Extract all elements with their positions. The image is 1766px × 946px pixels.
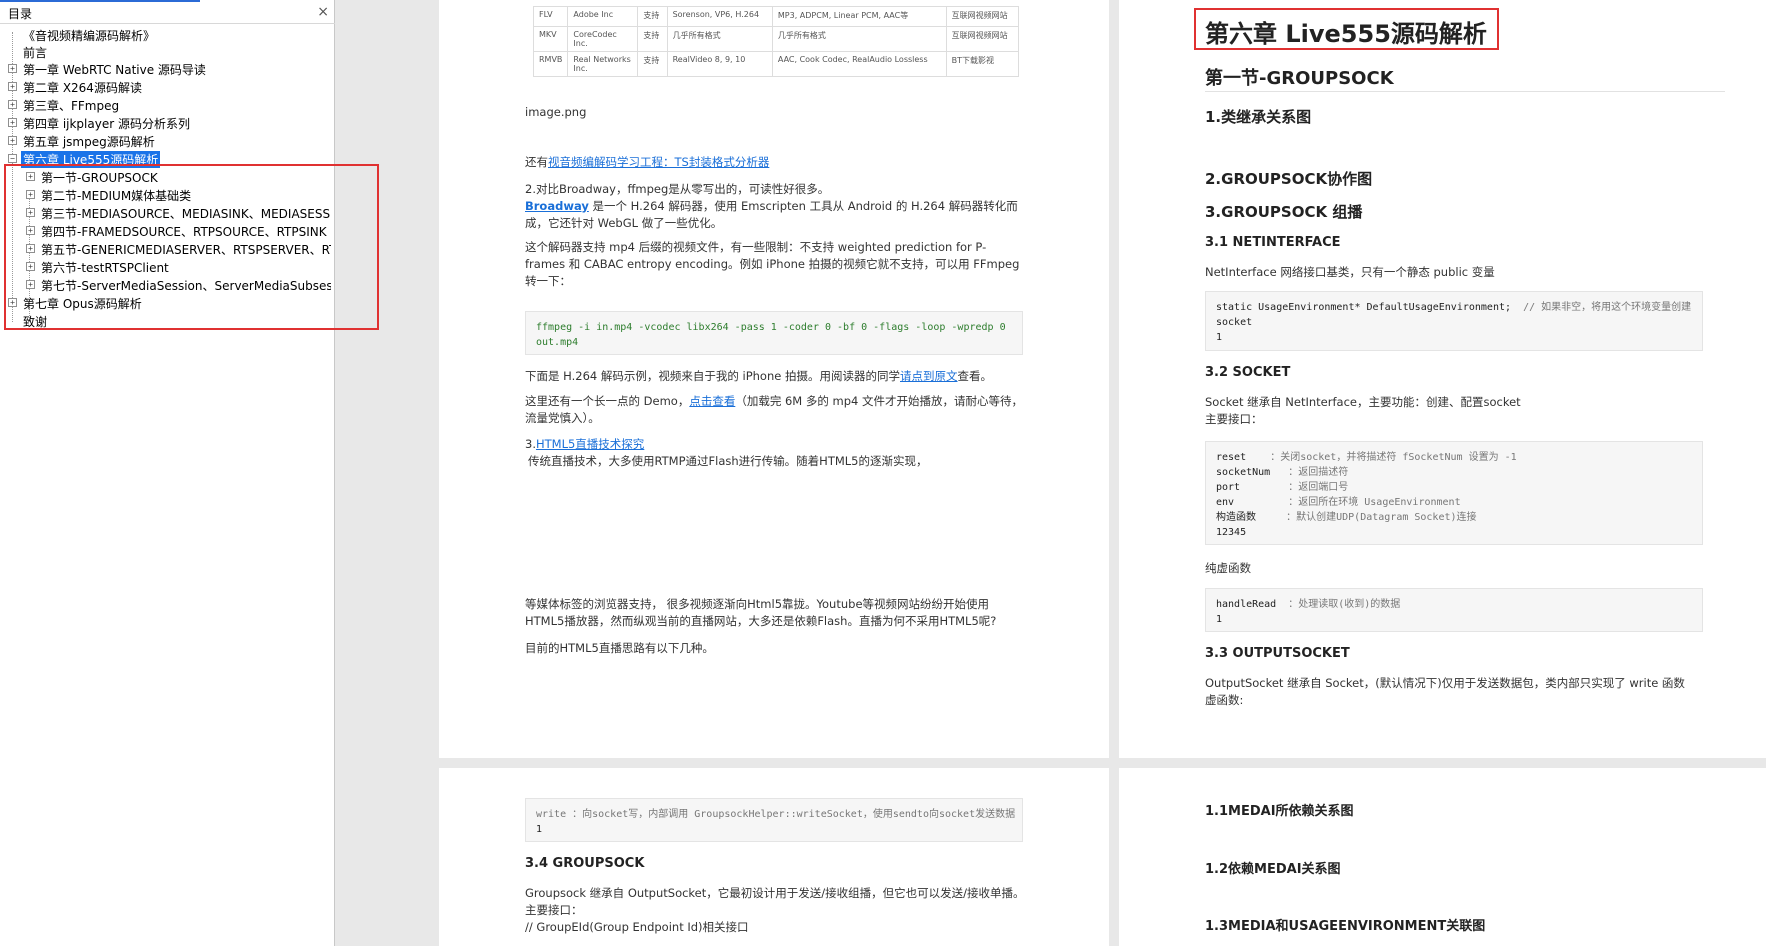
expand-icon[interactable]: + <box>26 244 35 253</box>
expand-icon[interactable]: + <box>8 82 17 91</box>
code-block: reset ：关闭socket，并将描述符 fSocketNum 设置为 -1 … <box>1205 441 1703 545</box>
link[interactable]: 请点到原文 <box>900 369 958 383</box>
toc-sidebar: 目录 × 《音视频精编源码解析》 前言 + 第一章 WebRTC Native … <box>0 0 379 946</box>
toc-item-ch3[interactable]: + 第三章、FFmpeg <box>8 96 328 114</box>
link[interactable]: 点击查看 <box>689 394 735 408</box>
table-row: FLV Adobe Inc 支持 Sorenson, VP6, H.264 MP3, A… <box>532 6 1020 27</box>
expand-icon[interactable]: + <box>26 172 35 181</box>
heading: 3.2 SOCKET <box>1205 365 1291 380</box>
expand-icon[interactable]: + <box>26 280 35 289</box>
expand-icon[interactable]: + <box>8 298 17 307</box>
code-block: static UsageEnvironment* DefaultUsageEnv… <box>1205 291 1703 351</box>
format-table: FLV Adobe Inc 支持 Sorenson, VP6, H.264 MP3, A… <box>532 6 1020 77</box>
sidebar-title: 目录 <box>8 7 33 21</box>
paragraph: OutputSocket 继承自 Socket，(默认情况下)仅用于发送数据包，… <box>1205 676 1685 707</box>
paragraph: 还有视音频编解码学习工程：TS封装格式分析器 <box>525 155 770 169</box>
document-page: 第六章 Live555源码解析 第一节-GROUPSOCK 1.类继承关系图 2… <box>1119 0 1766 758</box>
toc-item-thanks[interactable]: 致谢 <box>8 312 328 330</box>
section-title: 第一节-GROUPSOCK <box>1205 68 1394 89</box>
paragraph: 等媒体标签的浏览器支持， 很多视频逐渐向Html5靠拢。Youtube等视频网站… <box>525 597 997 628</box>
code-block: write ：向socket写，内部调用 GroupsockHelper::wr… <box>525 798 1023 842</box>
code-block: handleRead ：处理读取(收到)的数据 1 <box>1205 588 1703 632</box>
paragraph: 纯虚函数 <box>1205 561 1251 575</box>
paragraph: 3.HTML5直播技术探究 传统直播技术，大多使用RTMP通过Flash进行传输… <box>525 437 928 468</box>
expand-icon[interactable]: + <box>26 226 35 235</box>
toc-item-ch2[interactable]: + 第二章 X264源码解读 <box>8 78 328 96</box>
paragraph: 这里还有一个长一点的 Demo，点击查看（加载完 6M 多的 mp4 文件才开始… <box>525 394 1024 425</box>
toc-item-preface[interactable]: 前言 <box>8 43 328 61</box>
paragraph: NetInterface 网络接口基类，只有一个静态 public 变量 <box>1205 265 1495 279</box>
document-page: FLV Adobe Inc 支持 Sorenson, VP6, H.264 MP3, A… <box>439 0 1109 758</box>
toc-item-ch1[interactable]: + 第一章 WebRTC Native 源码导读 <box>8 60 328 78</box>
toc-item-ch5[interactable]: + 第五章 jsmpeg源码解析 <box>8 132 328 150</box>
document-page: 1.1MEDAI所依赖关系图 1.2依赖MEDAI关系图 1.3MEDIA和US… <box>1119 768 1766 946</box>
paragraph: 2.对比Broadway，ffmpeg是从零写出的，可读性好很多。 Broadw… <box>525 182 1018 230</box>
table-row: MKV CoreCodec Inc. 支持 几乎所有格式 几乎所有格式 互联网视频网站 <box>532 26 1020 52</box>
collapse-icon[interactable]: − <box>8 154 17 163</box>
toc-item-ch6-sec5[interactable]: + 第五节-GENERICMEDIASERVER、RTSPSERVER、RT <box>26 240 331 258</box>
heading: 1.类继承关系图 <box>1205 108 1312 126</box>
image-caption: image.png <box>525 105 587 119</box>
divider <box>1205 91 1725 92</box>
paragraph: 下面是 H.264 解码示例，视频来自于我的 iPhone 拍摄。用阅读器的同学… <box>525 369 992 383</box>
heading: 1.2依赖MEDAI关系图 <box>1205 862 1341 877</box>
expand-icon[interactable]: + <box>8 100 17 109</box>
chapter-title: 第六章 Live555源码解析 <box>1205 20 1487 48</box>
expand-icon[interactable]: + <box>8 64 17 73</box>
expand-icon[interactable]: + <box>26 208 35 217</box>
toc-item-ch4[interactable]: + 第四章 ijkplayer 源码分析系列 <box>8 114 328 132</box>
toc-item-ch6-sec1[interactable]: + 第一节-GROUPSOCK <box>26 168 331 186</box>
toc-item-book-title[interactable]: 《音视频精编源码解析》 <box>8 26 328 44</box>
paragraph: 目前的HTML5直播思路有以下几种。 <box>525 641 714 655</box>
paragraph: Socket 继承自 NetInterface，主要功能：创建、配置socket… <box>1205 395 1521 426</box>
heading: 3.1 NETINTERFACE <box>1205 235 1341 250</box>
link[interactable]: Broadway <box>525 199 589 213</box>
sidebar-header: 目录 × <box>0 2 335 24</box>
heading: 1.1MEDAI所依赖关系图 <box>1205 804 1354 819</box>
toc-item-ch6-sec6[interactable]: + 第六节-testRTSPClient <box>26 258 331 276</box>
toc-item-ch7[interactable]: + 第七章 Opus源码解析 <box>8 294 328 312</box>
toc-item-ch6-sec2[interactable]: + 第二节-MEDIUM媒体基础类 <box>26 186 331 204</box>
toc-item-ch6-sec7[interactable]: + 第七节-ServerMediaSession、ServerMediaSubs… <box>26 276 331 294</box>
table-row: RMVB Real Networks Inc. 支持 RealVideo 8, 9, … <box>532 51 1020 77</box>
link[interactable]: HTML5直播技术探究 <box>536 437 644 451</box>
toc-item-ch6-sec3[interactable]: + 第三节-MEDIASOURCE、MEDIASINK、MEDIASESS <box>26 204 331 222</box>
expand-icon[interactable]: + <box>26 262 35 271</box>
code-block: ffmpeg -i in.mp4 -vcodec libx264 -pass 1… <box>525 311 1023 355</box>
toc-item-ch6[interactable]: − 第六章 Live555源码解析 <box>8 150 328 168</box>
document-page: write ：向socket写，内部调用 GroupsockHelper::wr… <box>439 768 1109 946</box>
link[interactable]: 视音频编解码学习工程：TS封装格式分析器 <box>548 155 769 169</box>
paragraph: Groupsock 继承自 OutputSocket，它最初设计用于发送/接收组… <box>525 886 1025 934</box>
heading: 3.GROUPSOCK 组播 <box>1205 203 1363 221</box>
close-icon[interactable]: × <box>317 4 329 20</box>
expand-icon[interactable]: + <box>8 118 17 127</box>
heading: 2.GROUPSOCK协作图 <box>1205 170 1373 188</box>
paragraph: 这个解码器支持 mp4 后缀的视频文件，有一些限制：不支持 weighted p… <box>525 240 1020 288</box>
toc-item-ch6-sec4[interactable]: + 第四节-FRAMEDSOURCE、RTPSOURCE、RTPSINK <box>26 222 331 240</box>
heading: 1.3MEDIA和USAGEENVIRONMENT关联图 <box>1205 919 1486 934</box>
heading: 3.4 GROUPSOCK <box>525 856 645 871</box>
expand-icon[interactable]: + <box>8 136 17 145</box>
expand-icon[interactable]: + <box>26 190 35 199</box>
heading: 3.3 OUTPUTSOCKET <box>1205 646 1350 661</box>
